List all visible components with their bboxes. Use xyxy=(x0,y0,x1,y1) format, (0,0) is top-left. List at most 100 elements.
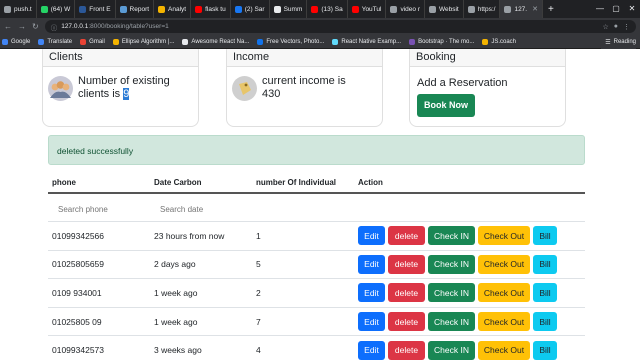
cell-phone: 01099342566 xyxy=(52,230,105,241)
tab-favicon-icon xyxy=(390,5,398,13)
table-row: 01099342573 3 weeks ago 4 Edit delete Check I… xyxy=(48,336,585,360)
tab-label: Analyt xyxy=(168,5,187,13)
tab-label: Summ xyxy=(283,5,303,13)
table-row: 01025805659 2 days ago 5 Edit delete Check IN… xyxy=(48,251,585,280)
search-date-input[interactable] xyxy=(154,204,249,214)
booking-card-title: Booking xyxy=(410,49,565,67)
browser-tab[interactable]: YouTul xyxy=(348,0,387,18)
income-text: current income is 430 xyxy=(262,75,346,100)
book-now-button[interactable]: Book Now xyxy=(417,94,475,117)
cell-date: 3 weeks ago xyxy=(154,345,202,356)
browser-tab[interactable]: Websit xyxy=(425,0,464,18)
booking-text: Add a Reservation xyxy=(417,77,508,89)
info-icon[interactable]: ⓘ xyxy=(51,22,58,32)
bill-button[interactable]: Bill xyxy=(533,312,557,332)
forward-icon[interactable]: → xyxy=(18,22,26,31)
bookmark-item[interactable]: JS.coach xyxy=(482,38,516,45)
edit-button[interactable]: Edit xyxy=(358,226,385,246)
delete-button[interactable]: delete xyxy=(388,254,425,274)
browser-tab[interactable]: video r xyxy=(386,0,425,18)
address-bar: ← → ↻ ⓘ 127.0.0.1:8000/booking/table?use… xyxy=(0,18,640,35)
bill-button[interactable]: Bill xyxy=(533,226,557,246)
tab-favicon-icon xyxy=(311,5,319,13)
delete-button[interactable]: delete xyxy=(388,312,425,332)
delete-button[interactable]: delete xyxy=(388,226,425,246)
bookmark-item[interactable]: Awesome React Na... xyxy=(182,38,249,45)
cell-count: 2 xyxy=(256,287,261,298)
edit-button[interactable]: Edit xyxy=(358,254,385,274)
check-out-button[interactable]: Check Out xyxy=(478,254,530,274)
cell-phone: 01099342573 xyxy=(52,345,105,356)
window-controls: — ▢ ✕ xyxy=(592,0,640,18)
reading-list[interactable]: ☰ Reading xyxy=(601,35,636,49)
check-out-button[interactable]: Check Out xyxy=(478,226,530,246)
minimize-icon[interactable]: — xyxy=(592,0,608,18)
close-window-icon[interactable]: ✕ xyxy=(624,0,640,18)
edit-button[interactable]: Edit xyxy=(358,283,385,303)
bookmark-item[interactable]: Gmail xyxy=(80,38,105,45)
bookmark-label: Bootstrap · The mo... xyxy=(418,38,475,45)
browser-tab[interactable]: 127. ✕ xyxy=(500,0,543,18)
delete-button[interactable]: delete xyxy=(388,283,425,303)
browser-tab[interactable]: (2) Sar xyxy=(231,0,270,18)
browser-tab[interactable]: (13) Sa xyxy=(307,0,348,18)
menu-icon[interactable]: ⋮ xyxy=(623,23,630,31)
cell-actions: Edit delete Check IN Check Out Bill xyxy=(354,312,585,332)
browser-tab[interactable]: push.t xyxy=(0,0,37,18)
bookmark-star-icon[interactable]: ☆ xyxy=(602,23,608,31)
table-row: 01099342566 23 hours from now 1 Edit delete C… xyxy=(48,222,585,251)
bill-button[interactable]: Bill xyxy=(533,340,557,360)
browser-tab[interactable]: Summ xyxy=(270,0,308,18)
bill-button[interactable]: Bill xyxy=(533,254,557,274)
check-in-button[interactable]: Check IN xyxy=(428,340,475,360)
browser-tab[interactable]: Report xyxy=(116,0,155,18)
cell-phone: 0109 934001 xyxy=(52,287,102,298)
new-tab-icon[interactable]: + xyxy=(543,4,559,15)
booking-table: phone Date Carbon number Of Individual A… xyxy=(48,173,585,360)
check-in-button[interactable]: Check IN xyxy=(428,226,475,246)
search-phone-input[interactable] xyxy=(52,204,147,214)
bookmark-label: Free Vectors, Photo... xyxy=(266,38,325,45)
bookmark-item[interactable]: Ellipse Algorithm |... xyxy=(112,38,174,45)
bill-button[interactable]: Bill xyxy=(533,283,557,303)
clients-count-value: 9 xyxy=(123,88,130,100)
browser-tab[interactable]: https:/ xyxy=(464,0,501,18)
bookmark-favicon-icon xyxy=(332,38,339,45)
bookmark-favicon-icon xyxy=(182,38,189,45)
check-in-button[interactable]: Check IN xyxy=(428,312,475,332)
tab-label: video r xyxy=(400,5,420,13)
tab-favicon-icon xyxy=(119,5,127,13)
tab-close-icon[interactable]: ✕ xyxy=(532,5,538,13)
check-out-button[interactable]: Check Out xyxy=(478,312,530,332)
tab-favicon-icon xyxy=(467,5,475,13)
check-in-button[interactable]: Check IN xyxy=(428,254,475,274)
check-in-button[interactable]: Check IN xyxy=(428,283,475,303)
profile-icon[interactable]: ● xyxy=(614,23,618,31)
check-out-button[interactable]: Check Out xyxy=(478,340,530,360)
tab-favicon-icon xyxy=(79,5,87,13)
bookmark-item[interactable]: React Native Examp... xyxy=(332,38,401,45)
browser-tab[interactable]: flask tu xyxy=(191,0,231,18)
tab-label: Front E xyxy=(89,5,111,13)
edit-button[interactable]: Edit xyxy=(358,340,385,360)
clients-group-icon xyxy=(48,75,73,101)
bookmark-item[interactable]: Translate xyxy=(38,38,72,45)
check-out-button[interactable]: Check Out xyxy=(478,283,530,303)
bookmark-item[interactable]: Bootstrap · The mo... xyxy=(409,38,475,45)
back-icon[interactable]: ← xyxy=(4,22,12,31)
browser-tab[interactable]: Analyt xyxy=(154,0,192,18)
cell-actions: Edit delete Check IN Check Out Bill xyxy=(354,254,585,274)
edit-button[interactable]: Edit xyxy=(358,312,385,332)
url-field[interactable]: ⓘ 127.0.0.1:8000/booking/table?user=1 ☆ … xyxy=(44,20,636,33)
page-content: Clients Number of existing clients is 9 … xyxy=(0,49,640,360)
maximize-icon[interactable]: ▢ xyxy=(608,0,624,18)
browser-tab[interactable]: Front E xyxy=(75,0,116,18)
bookmark-favicon-icon xyxy=(2,38,8,45)
reload-icon[interactable]: ↻ xyxy=(32,22,39,31)
bookmark-item[interactable]: Free Vectors, Photo... xyxy=(257,38,325,45)
cell-count: 4 xyxy=(256,345,261,356)
bookmark-item[interactable]: Google xyxy=(2,38,30,45)
delete-button[interactable]: delete xyxy=(388,340,425,360)
bookmark-favicon-icon xyxy=(112,38,119,45)
browser-tab[interactable]: (64) W xyxy=(37,0,76,18)
